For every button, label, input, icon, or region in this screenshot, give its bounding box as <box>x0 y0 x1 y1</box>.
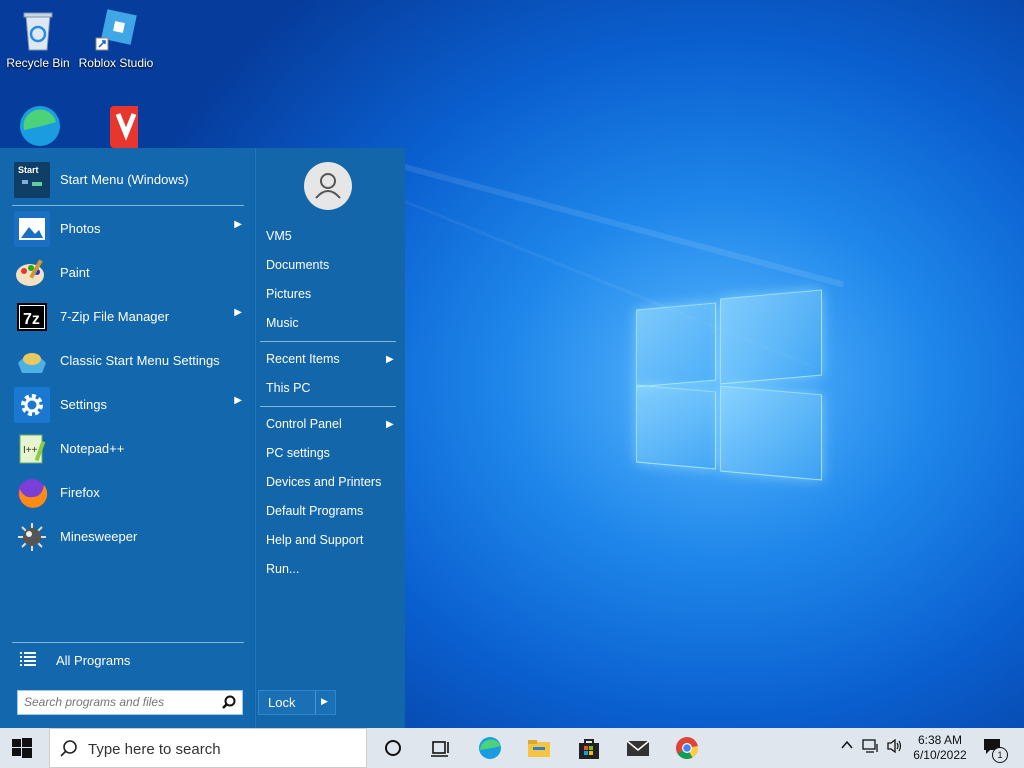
desktop-icon-recycle-bin[interactable]: Recycle Bin <box>0 8 76 70</box>
all-programs-button[interactable]: All Programs <box>12 648 244 672</box>
right-item-this-pc[interactable]: This PC <box>266 381 310 395</box>
right-item-default-programs[interactable]: Default Programs <box>266 504 363 518</box>
right-item-run[interactable]: Run... <box>266 562 299 576</box>
separator <box>260 406 396 407</box>
gear-icon <box>14 387 50 423</box>
program-minesweeper[interactable]: Minesweeper <box>12 517 244 557</box>
right-item-pc-settings[interactable]: PC settings <box>266 446 330 460</box>
start-button[interactable] <box>12 738 32 763</box>
minesweeper-icon <box>14 519 50 555</box>
program-7zip[interactable]: 7z 7-Zip File Manager ▶ <box>12 297 244 337</box>
program-label: Notepad++ <box>60 441 125 456</box>
edge-icon <box>16 104 60 148</box>
desktop-icon-edge[interactable] <box>0 104 76 152</box>
firefox-icon <box>14 475 50 511</box>
lock-button[interactable]: Lock ▶ <box>258 690 336 715</box>
user-avatar[interactable] <box>304 162 352 210</box>
program-label: 7-Zip File Manager <box>60 309 170 324</box>
right-item-documents[interactable]: Documents <box>266 258 329 272</box>
mail-icon[interactable] <box>624 734 652 762</box>
svg-text:7z: 7z <box>23 311 40 328</box>
notification-count-badge: 1 <box>992 747 1008 763</box>
recycle-bin-icon <box>16 8 60 52</box>
start-search-box[interactable] <box>17 690 243 715</box>
chrome-icon[interactable] <box>673 734 701 762</box>
program-label: Settings <box>60 397 107 412</box>
desktop-icon-label: Roblox Studio <box>78 56 154 70</box>
desktop-icon-roblox-studio[interactable]: Roblox Studio <box>78 8 154 70</box>
edge-taskbar-icon[interactable] <box>476 734 504 762</box>
program-label: Paint <box>60 265 90 280</box>
windows-icon <box>12 738 32 758</box>
right-item-recent-items[interactable]: Recent Items ▶ <box>266 352 394 366</box>
start-search-input[interactable] <box>18 691 214 712</box>
separator <box>260 341 396 342</box>
separator <box>12 642 244 643</box>
taskbar-search-text: Type here to search <box>88 741 221 758</box>
cortana-icon[interactable] <box>379 734 407 762</box>
file-explorer-icon[interactable] <box>525 734 553 762</box>
program-photos[interactable]: Photos ▶ <box>12 209 244 249</box>
right-item-control-panel[interactable]: Control Panel ▶ <box>266 417 394 431</box>
program-paint[interactable]: Paint <box>12 253 244 293</box>
right-item-help-and-support[interactable]: Help and Support <box>266 533 363 547</box>
search-icon[interactable] <box>222 695 236 714</box>
clock-time: 6:38 AM <box>917 733 963 747</box>
search-icon <box>60 739 78 762</box>
vivaldi-icon <box>94 104 156 148</box>
program-settings[interactable]: Settings ▶ <box>12 385 244 425</box>
task-view-icon[interactable] <box>426 734 454 762</box>
desktop-icon-label: Recycle Bin <box>6 56 70 70</box>
submenu-arrow-icon: ▶ <box>234 307 242 318</box>
taskbar-search-box[interactable]: Type here to search <box>49 728 367 768</box>
program-firefox[interactable]: Firefox <box>12 473 244 513</box>
separator <box>12 205 244 206</box>
lock-options-arrow-icon[interactable]: ▶ <box>321 696 328 707</box>
show-hidden-icons-icon[interactable] <box>840 738 854 755</box>
notepad-plus-plus-icon: I++ <box>14 431 50 467</box>
right-item-user[interactable]: VM5 <box>266 229 292 243</box>
program-label: Photos <box>60 221 101 236</box>
submenu-arrow-icon: ▶ <box>386 354 394 365</box>
program-classic-start-menu-settings[interactable]: Classic Start Menu Settings <box>12 341 244 381</box>
list-icon <box>20 651 36 670</box>
windows-logo-wallpaper <box>636 289 822 481</box>
submenu-arrow-icon: ▶ <box>386 419 394 430</box>
roblox-studio-icon <box>94 8 138 52</box>
all-programs-label: All Programs <box>56 653 131 668</box>
notification-center-button[interactable]: 1 <box>982 737 1008 763</box>
program-label: Minesweeper <box>60 529 138 544</box>
lock-label: Lock <box>268 695 296 710</box>
program-notepad-plus-plus[interactable]: I++ Notepad++ <box>12 429 244 469</box>
right-item-music[interactable]: Music <box>266 316 299 330</box>
program-label: Start Menu (Windows) <box>60 172 189 187</box>
submenu-arrow-icon: ▶ <box>234 395 242 406</box>
divider <box>315 691 316 714</box>
program-label: Classic Start Menu Settings <box>60 353 220 368</box>
shell-settings-icon <box>14 343 50 379</box>
clock-date: 6/10/2022 <box>913 748 967 762</box>
clock[interactable]: 6:38 AM 6/10/2022 <box>912 733 968 763</box>
paint-icon <box>14 255 50 291</box>
program-start-menu-windows[interactable]: Start Start Menu (Windows) <box>12 160 244 200</box>
photos-icon <box>14 211 50 247</box>
store-icon[interactable] <box>575 734 603 762</box>
program-label: Firefox <box>60 485 100 500</box>
7zip-icon: 7z <box>14 299 50 335</box>
desktop-icon-vivaldi[interactable] <box>78 104 156 152</box>
start-menu-app-icon: Start <box>14 162 50 198</box>
network-icon[interactable] <box>862 738 880 757</box>
right-item-devices-and-printers[interactable]: Devices and Printers <box>266 475 381 489</box>
svg-text:I++: I++ <box>23 445 38 456</box>
volume-icon[interactable] <box>886 738 904 757</box>
right-item-pictures[interactable]: Pictures <box>266 287 311 301</box>
submenu-arrow-icon: ▶ <box>234 219 242 230</box>
